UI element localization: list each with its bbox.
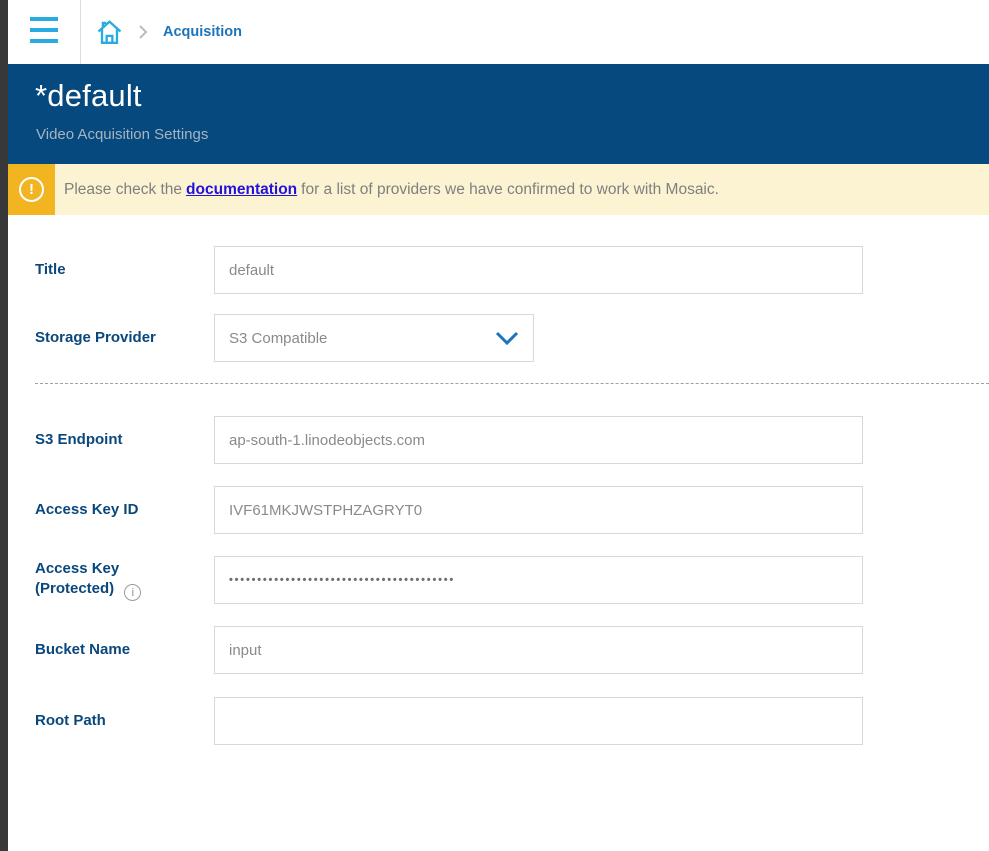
top-bar: Acquisition [8, 0, 989, 64]
page-subtitle: Video Acquisition Settings [36, 126, 208, 143]
home-icon[interactable] [94, 17, 125, 48]
chevron-down-icon [495, 331, 519, 346]
warning-banner: ! Please check the documentation for a l… [8, 164, 989, 215]
root-path-input[interactable] [214, 697, 863, 745]
bucket-name-label: Bucket Name [35, 626, 193, 674]
warning-text-after: for a list of providers we have confirme… [301, 181, 719, 199]
menu-bar [30, 39, 58, 43]
topbar-divider [80, 0, 81, 64]
menu-bar [30, 28, 58, 32]
access-key-id-label: Access Key ID [35, 486, 193, 534]
title-input[interactable] [214, 246, 863, 294]
bucket-name-input[interactable] [214, 626, 863, 674]
root-path-label: Root Path [35, 697, 193, 745]
storage-provider-select[interactable]: S3 Compatible [214, 314, 534, 362]
access-key-id-input[interactable] [214, 486, 863, 534]
warning-icon-box: ! [8, 164, 55, 215]
breadcrumb: Acquisition [94, 0, 242, 64]
settings-form: Title Storage Provider S3 Compatible S3 … [8, 215, 989, 851]
storage-provider-label: Storage Provider [35, 314, 193, 362]
title-label: Title [35, 246, 193, 294]
page-title: *default [35, 78, 142, 114]
left-edge-strip [0, 0, 8, 851]
access-key-protected-input[interactable] [214, 556, 863, 604]
chevron-right-icon [137, 24, 149, 40]
s3-endpoint-label: S3 Endpoint [35, 416, 193, 464]
storage-provider-value: S3 Compatible [229, 330, 327, 347]
warning-text-before: Please check the [64, 181, 182, 199]
app-root: Acquisition *default Video Acquisition S… [0, 0, 989, 851]
info-icon[interactable]: i [124, 584, 141, 601]
page-header-band: *default Video Acquisition Settings [8, 64, 989, 164]
section-divider [35, 383, 989, 384]
warning-message: Please check the documentation for a lis… [64, 164, 719, 215]
menu-icon[interactable] [30, 17, 58, 43]
alert-circle-icon: ! [19, 177, 44, 202]
access-key-protected-label: Access Key (Protected) i [35, 556, 193, 604]
documentation-link[interactable]: documentation [186, 181, 297, 199]
menu-bar [30, 17, 58, 21]
s3-endpoint-input[interactable] [214, 416, 863, 464]
breadcrumb-current: Acquisition [163, 24, 242, 40]
